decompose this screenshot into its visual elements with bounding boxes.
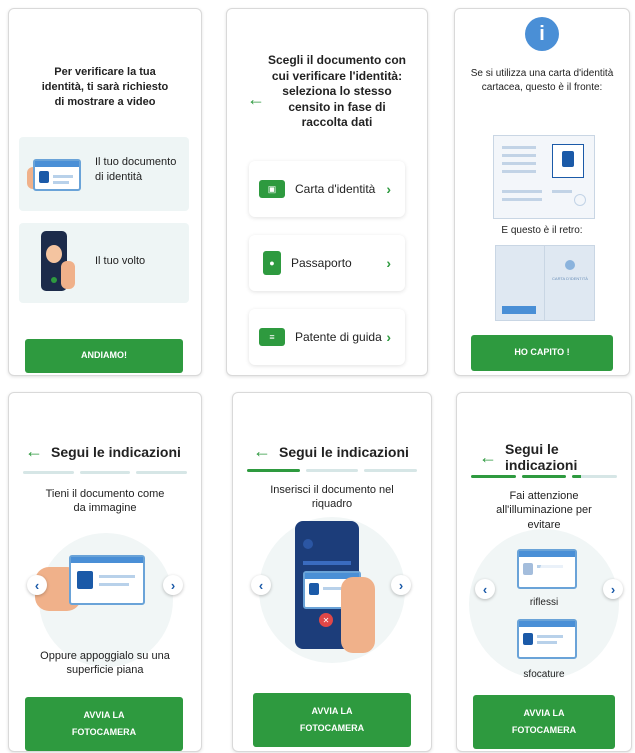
header-title: Segui le indicazioni — [505, 441, 578, 473]
instruction-text-1: Tieni il documento come da immagine — [45, 488, 165, 515]
instructions-header: ← Segui le indicazioni — [253, 441, 409, 462]
info-icon: i — [525, 17, 559, 51]
document-card: Il tuo documento di identità — [19, 137, 189, 211]
hand-holding-id-illustration — [35, 547, 175, 627]
screen-instructions-3: ← Segui le indicazioni Fai attenzione al… — [456, 392, 632, 752]
instruction-text-1: Inserisci il documento nel riquadro — [270, 484, 394, 511]
hand-id-illustration — [27, 153, 81, 191]
prev-arrow-icon[interactable]: ‹ — [251, 575, 271, 595]
reflection-card-illustration — [517, 549, 577, 589]
start-camera-label-2: FOTOCAMERA — [299, 723, 365, 733]
front-text: Se si utilizza una carta d'identità cart… — [470, 68, 614, 93]
prev-arrow-icon[interactable]: ‹ — [27, 575, 47, 595]
screen-intro: Per verificare la tua identità, ti sarà … — [8, 8, 202, 376]
next-arrow-icon[interactable]: › — [391, 575, 411, 595]
screen-instructions-2: ← Segui le indicazioni Inserisci il docu… — [232, 392, 432, 752]
start-camera-label-1: AVVIA LA — [311, 705, 353, 716]
instruction-text-1: Fai attenzione all'illuminazione per evi… — [496, 490, 592, 531]
next-arrow-icon[interactable]: › — [163, 575, 183, 595]
screen-choose-document: ← Scegli il documento con cui verificare… — [226, 8, 428, 376]
chevron-right-icon: › — [386, 329, 391, 345]
face-card: Il tuo volto — [19, 223, 189, 303]
paper-id-back-illustration: CARTA D'IDENTITÀ — [495, 245, 595, 321]
step-progress — [247, 469, 418, 472]
intro-text: Per verificare la tua identità, ti sarà … — [41, 66, 169, 108]
doc-option-label: Patente di guida — [295, 330, 382, 344]
prev-arrow-icon[interactable]: ‹ — [475, 579, 495, 599]
screen-instructions-1: ← Segui le indicazioni Tieni il document… — [8, 392, 202, 752]
andiamo-button[interactable]: ANDIAMO! — [25, 339, 183, 373]
blur-label: sfocature — [523, 669, 565, 680]
step-progress — [471, 475, 618, 478]
back-arrow-icon[interactable]: ← — [247, 89, 265, 110]
paper-id-front-illustration — [493, 135, 595, 219]
chevron-right-icon: › — [386, 181, 391, 197]
back-arrow-icon[interactable]: ← — [479, 447, 497, 468]
driving-license-icon: ≡ — [259, 328, 285, 346]
chevron-right-icon: › — [386, 255, 391, 271]
back-text: E questo è il retro: — [501, 225, 583, 236]
screen-paper-id-info: i Se si utilizza una carta d'identità ca… — [454, 8, 630, 376]
item-face-label: Il tuo volto — [95, 255, 146, 267]
doc-option-label: Passaporto — [291, 256, 352, 270]
passport-icon: ● — [263, 251, 281, 275]
doc-option-label: Carta d'identità — [295, 182, 376, 196]
instructions-header: ← Segui le indicazioni — [25, 441, 181, 462]
start-camera-button[interactable]: AVVIA LA FOTOCAMERA — [473, 695, 615, 749]
next-arrow-icon[interactable]: › — [603, 579, 623, 599]
start-camera-button[interactable]: AVVIA LA FOTOCAMERA — [253, 693, 411, 747]
close-icon: ✕ — [319, 613, 333, 627]
choose-document-title: Scegli il documento con cui verificare l… — [267, 53, 407, 130]
item-document-label: Il tuo documento di identità — [95, 156, 177, 183]
back-arrow-icon[interactable]: ← — [253, 441, 271, 462]
start-camera-label-2: FOTOCAMERA — [71, 727, 137, 737]
header-title: Segui le indicazioni — [279, 443, 409, 460]
instruction-text-2: Oppure appoggialo su una superficie pian… — [40, 650, 170, 677]
back-arrow-icon[interactable]: ← — [25, 441, 43, 462]
step-progress — [23, 471, 188, 474]
phone-face-illustration — [41, 231, 75, 295]
blur-card-illustration — [517, 619, 577, 659]
phone-frame-illustration: ✕ — [293, 521, 377, 671]
doc-option-carta-identita[interactable]: ▣ Carta d'identità › — [249, 161, 405, 217]
doc-option-passaporto[interactable]: ● Passaporto › — [249, 235, 405, 291]
start-camera-label-1: AVVIA LA — [83, 709, 125, 720]
start-camera-button[interactable]: AVVIA LA FOTOCAMERA — [25, 697, 183, 751]
doc-option-patente[interactable]: ≡ Patente di guida › — [249, 309, 405, 365]
start-camera-label-2: FOTOCAMERA — [511, 725, 577, 735]
start-camera-label-1: AVVIA LA — [523, 707, 565, 718]
ho-capito-button[interactable]: HO CAPITO ! — [471, 335, 613, 371]
id-card-icon: ▣ — [259, 180, 285, 198]
header-title: Segui le indicazioni — [51, 443, 181, 460]
back-card-label: CARTA D'IDENTITÀ — [552, 276, 588, 281]
instructions-header: ← Segui le indicazioni — [479, 441, 631, 473]
